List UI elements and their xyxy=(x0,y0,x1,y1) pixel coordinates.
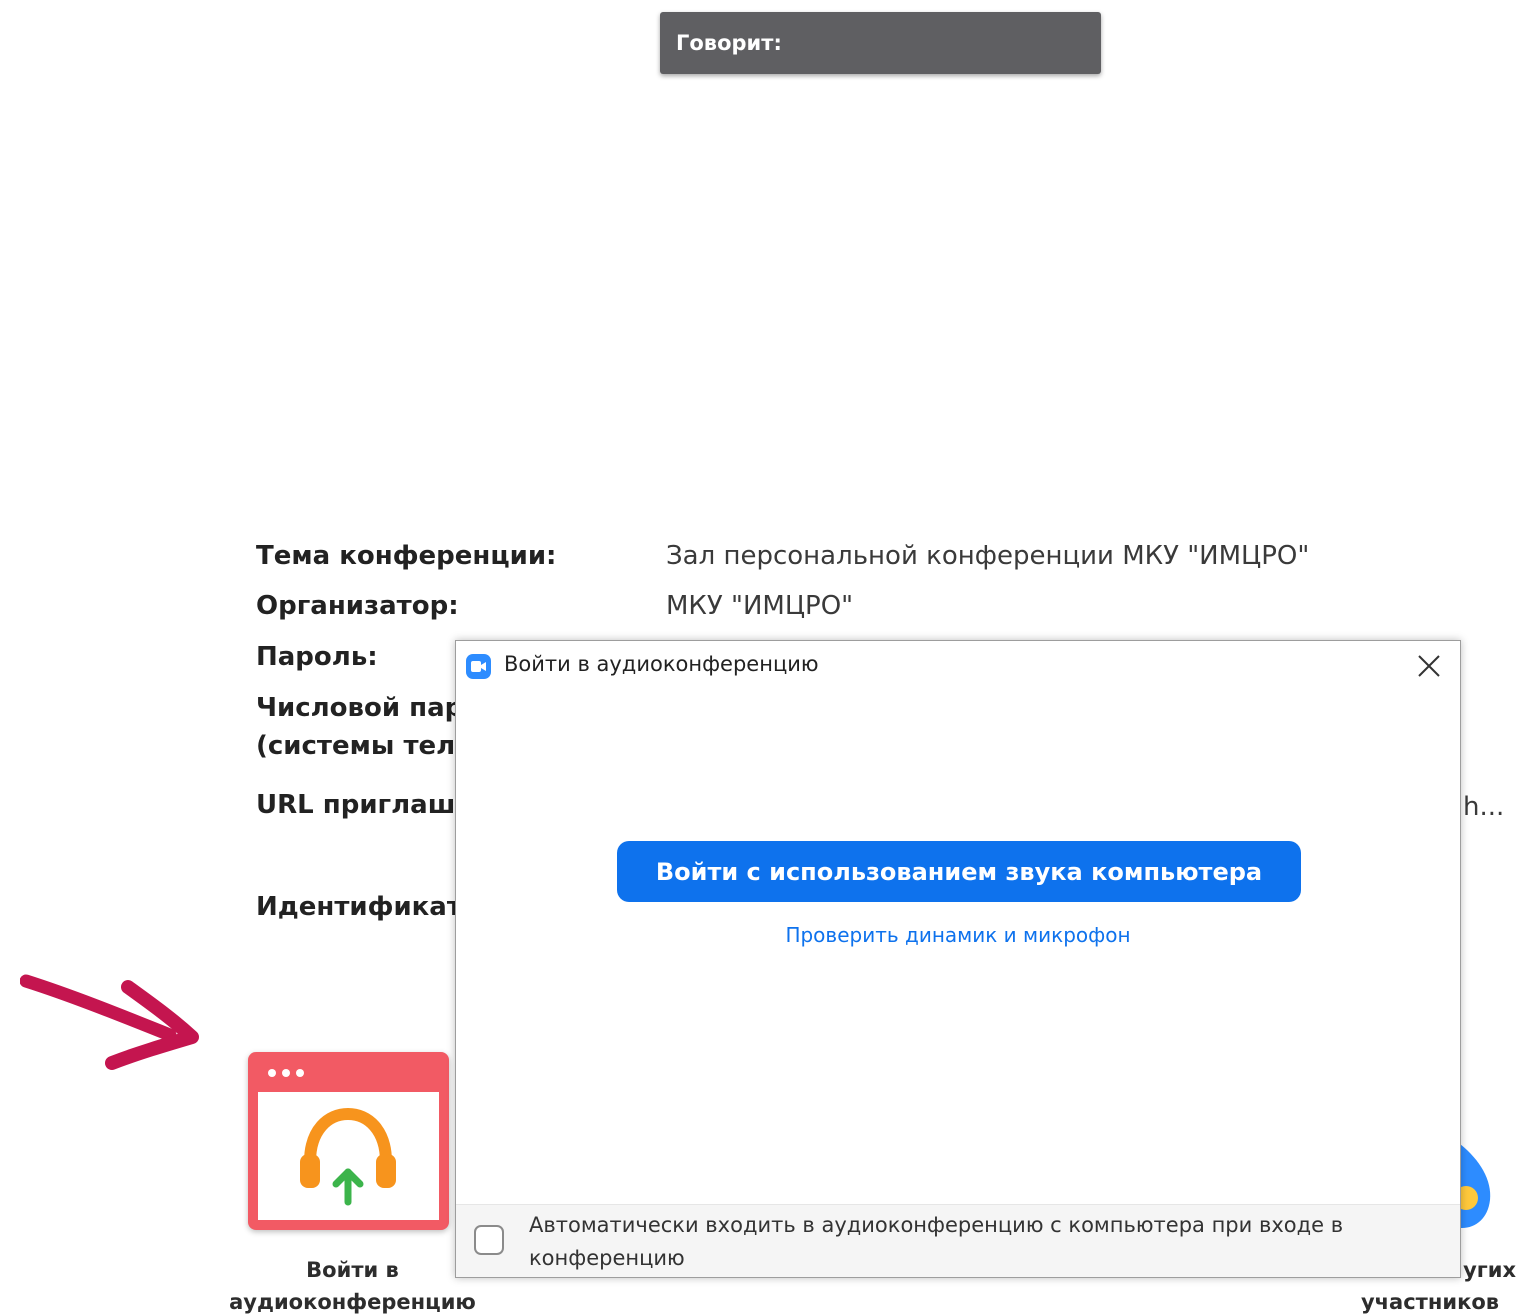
meeting-id-label: Идентификато xyxy=(256,892,480,922)
join-with-computer-audio-button[interactable]: Войти с использованием звука компьютера xyxy=(617,841,1301,902)
join-audio-dialog: Войти в аудиоконференцию Войти с использ… xyxy=(455,640,1461,1278)
auto-join-audio-checkbox[interactable] xyxy=(474,1225,504,1255)
invite-url-label: URL приглаше xyxy=(256,790,473,820)
meeting-password-label: Пароль: xyxy=(256,642,378,672)
numeric-password-sublabel: (системы теле xyxy=(256,731,473,761)
window-dots-icon xyxy=(268,1069,304,1077)
zoom-meeting-window: Говорит: Тема конференции: Зал персональ… xyxy=(0,0,1521,1314)
headphones-icon xyxy=(300,1107,396,1206)
test-speaker-microphone-link[interactable]: Проверить динамик и микрофон xyxy=(456,923,1460,947)
join-audio-tile[interactable] xyxy=(248,1052,449,1230)
meeting-topic-label: Тема конференции: xyxy=(256,541,557,571)
zoom-logo-icon xyxy=(466,654,491,679)
auto-join-audio-label[interactable]: Автоматически входить в аудиоконференцию… xyxy=(529,1209,1429,1275)
close-icon[interactable] xyxy=(1416,653,1442,679)
numeric-password-label: Числовой пар xyxy=(256,693,464,723)
meeting-host-value: МКУ "ИМЦРО" xyxy=(666,591,854,621)
active-speaker-banner: Говорит: xyxy=(660,12,1101,74)
annotation-arrow-icon xyxy=(20,974,199,1070)
active-speaker-label: Говорит: xyxy=(676,31,782,55)
tile-body xyxy=(258,1092,439,1220)
invite-url-value[interactable]: h... xyxy=(1463,788,1504,826)
dialog-title: Войти в аудиоконференцию xyxy=(504,652,819,676)
meeting-topic-value: Зал персональной конференции МКУ "ИМЦРО" xyxy=(666,541,1310,571)
meeting-host-label: Организатор: xyxy=(256,591,459,621)
join-audio-caption: Войти в аудиоконференцию xyxy=(229,1258,476,1314)
dialog-titlebar: Войти в аудиоконференцию xyxy=(456,641,1460,691)
dialog-footer: Автоматически входить в аудиоконференцию… xyxy=(456,1204,1460,1277)
